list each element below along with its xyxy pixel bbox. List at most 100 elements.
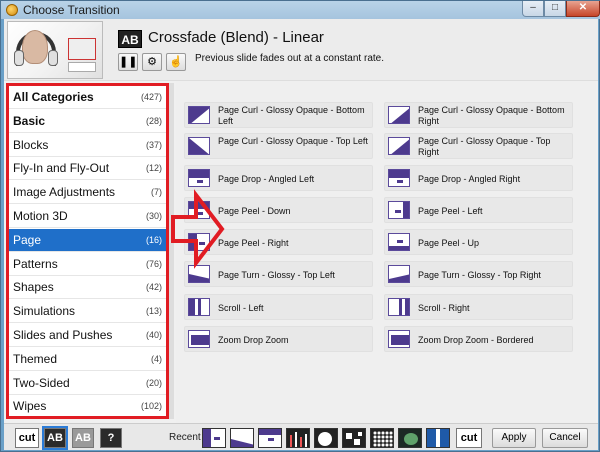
transition-icon [388,233,410,251]
transition-label: Page Curl - Glossy Opaque - Top Left [218,136,368,146]
category-list: All Categories (427) Basic (28) Blocks (37) Fl… [6,83,169,419]
category-count: (427) [140,92,162,102]
transition-icon [188,169,210,187]
close-button[interactable]: ✕ [566,1,600,17]
category-item[interactable]: Basic (28) [9,109,166,133]
transition-icon [388,106,410,124]
category-item[interactable]: Simulations (13) [9,300,166,324]
cancel-button[interactable]: Cancel [542,428,588,448]
transition-icon [388,265,410,283]
transition-icon [388,137,410,155]
category-item[interactable]: Fly-In and Fly-Out (12) [9,157,166,181]
transition-label: Page Peel - Down [218,206,291,216]
transition-tile[interactable]: Page Drop - Angled Left [184,165,373,191]
red-arrow-annotation [171,189,225,269]
category-label: Image Adjustments [13,185,116,200]
transition-tile[interactable]: Page Turn - Glossy - Top Right [384,261,573,287]
pause-button[interactable]: ❚❚ [118,53,138,71]
category-item[interactable]: Wipes (102) [9,395,166,416]
category-label: All Categories [13,90,94,104]
transition-tile[interactable]: Page Curl - Glossy Opaque - Bottom Left [184,102,373,128]
transition-icon [188,330,210,348]
category-item[interactable]: Page (16) [9,228,166,252]
category-label: Blocks [13,137,49,152]
category-item[interactable]: Motion 3D (30) [9,205,166,228]
category-item[interactable]: Patterns (76) [9,252,166,276]
cut-button[interactable]: cut [15,428,39,448]
transition-icon [388,298,410,316]
recent-split-transition[interactable] [426,428,450,448]
preview-header: AB Crossfade (Blend) - Linear ❚❚ ⚙ ☝ Pre… [4,19,598,81]
category-item[interactable]: Image Adjustments (7) [9,181,166,205]
random-transition-button[interactable]: ? [100,428,122,448]
transition-tile[interactable]: Scroll - Left [184,294,373,320]
transition-tile[interactable]: Page Curl - Glossy Opaque - Bottom Right [384,102,573,128]
transition-label: Scroll - Left [218,303,264,313]
category-item[interactable]: Slides and Pushes (40) [9,324,166,347]
transition-label: Page Drop - Angled Right [418,174,521,184]
transition-label: Page Curl - Glossy Opaque - Bottom Right [418,105,565,126]
category-item[interactable]: Shapes (42) [9,276,166,300]
category-count: (42) [145,282,162,293]
transition-tile[interactable]: Page Curl - Glossy Opaque - Top Right [384,133,573,159]
recent-cut-button[interactable]: cut [456,428,482,448]
category-count: (76) [145,258,162,269]
category-label: Wipes [13,399,47,414]
transition-label: Page Curl - Glossy Opaque - Bottom Left [218,105,365,126]
transition-icon [188,298,210,316]
transition-tile[interactable]: Page Peel - Left [384,197,573,223]
minimize-button[interactable]: – [522,1,544,17]
category-label: Shapes [13,280,54,295]
recent-dissolve-transition[interactable] [370,428,394,448]
transition-preview-thumbnail [7,21,103,79]
category-count: (40) [145,330,162,340]
choose-transition-window: Choose Transition – □ ✕ AB Crossfade (Bl… [0,0,600,452]
category-label: Themed [13,351,58,366]
apply-button[interactable]: Apply [492,428,536,448]
category-item[interactable]: Two-Sided (20) [9,371,166,395]
recent-circle-transition[interactable] [314,428,338,448]
transition-grid: Page Curl - Glossy Opaque - Bottom Left P… [176,81,596,429]
transition-tile[interactable]: Page Peel - Up [384,229,573,255]
recent-swirl-transition[interactable] [398,428,422,448]
transition-label: Scroll - Right [418,303,470,313]
category-count: (30) [145,211,162,221]
recent-page-peel-right[interactable] [202,428,226,448]
recent-page-turn[interactable] [230,428,254,448]
transition-label: Page Turn - Glossy - Top Left [218,270,335,280]
transition-label: Page Curl - Glossy Opaque - Top Right [418,136,551,157]
category-item[interactable]: Blocks (37) [9,133,166,157]
transition-icon [388,169,410,187]
transition-icon [388,330,410,348]
category-count: (16) [145,234,162,245]
transition-tile[interactable]: Page Curl - Glossy Opaque - Top Left [184,133,373,159]
transition-tile[interactable]: Page Drop - Angled Right [384,165,573,191]
category-count: (20) [145,377,162,388]
transition-tile[interactable]: Zoom Drop Zoom - Bordered [384,326,573,352]
category-count: (28) [145,115,162,126]
recent-blocks-transition[interactable] [342,428,366,448]
transition-label: Zoom Drop Zoom - Bordered [418,335,534,345]
category-count: (12) [145,163,162,174]
transition-label: Page Peel - Right [218,238,289,248]
category-label: Page [13,232,42,247]
crossfade-ab-button[interactable]: AB [42,426,68,450]
recent-bars-transition[interactable] [286,428,310,448]
category-item[interactable]: Themed (4) [9,347,166,371]
title-bar: Choose Transition – □ ✕ [1,1,600,19]
transition-tile[interactable]: Zoom Drop Zoom [184,326,373,352]
category-label: Fly-In and Fly-Out [13,161,110,176]
transition-label: Page Peel - Up [418,238,480,248]
recent-label: Recent [169,432,201,443]
recent-page-peel-down[interactable] [258,428,282,448]
category-label: Motion 3D [13,209,68,223]
app-icon [6,4,18,16]
transition-tile[interactable]: Scroll - Right [384,294,573,320]
ab-fade-button[interactable]: AB [72,428,94,448]
settings-gear-icon[interactable]: ⚙ [142,53,162,71]
pointer-hand-icon[interactable]: ☝ [166,53,186,71]
category-count: (102) [140,401,162,412]
maximize-button[interactable]: □ [544,1,566,17]
category-item[interactable]: All Categories (427) [9,86,166,109]
current-transition-description: Previous slide fades out at a constant r… [195,53,384,64]
